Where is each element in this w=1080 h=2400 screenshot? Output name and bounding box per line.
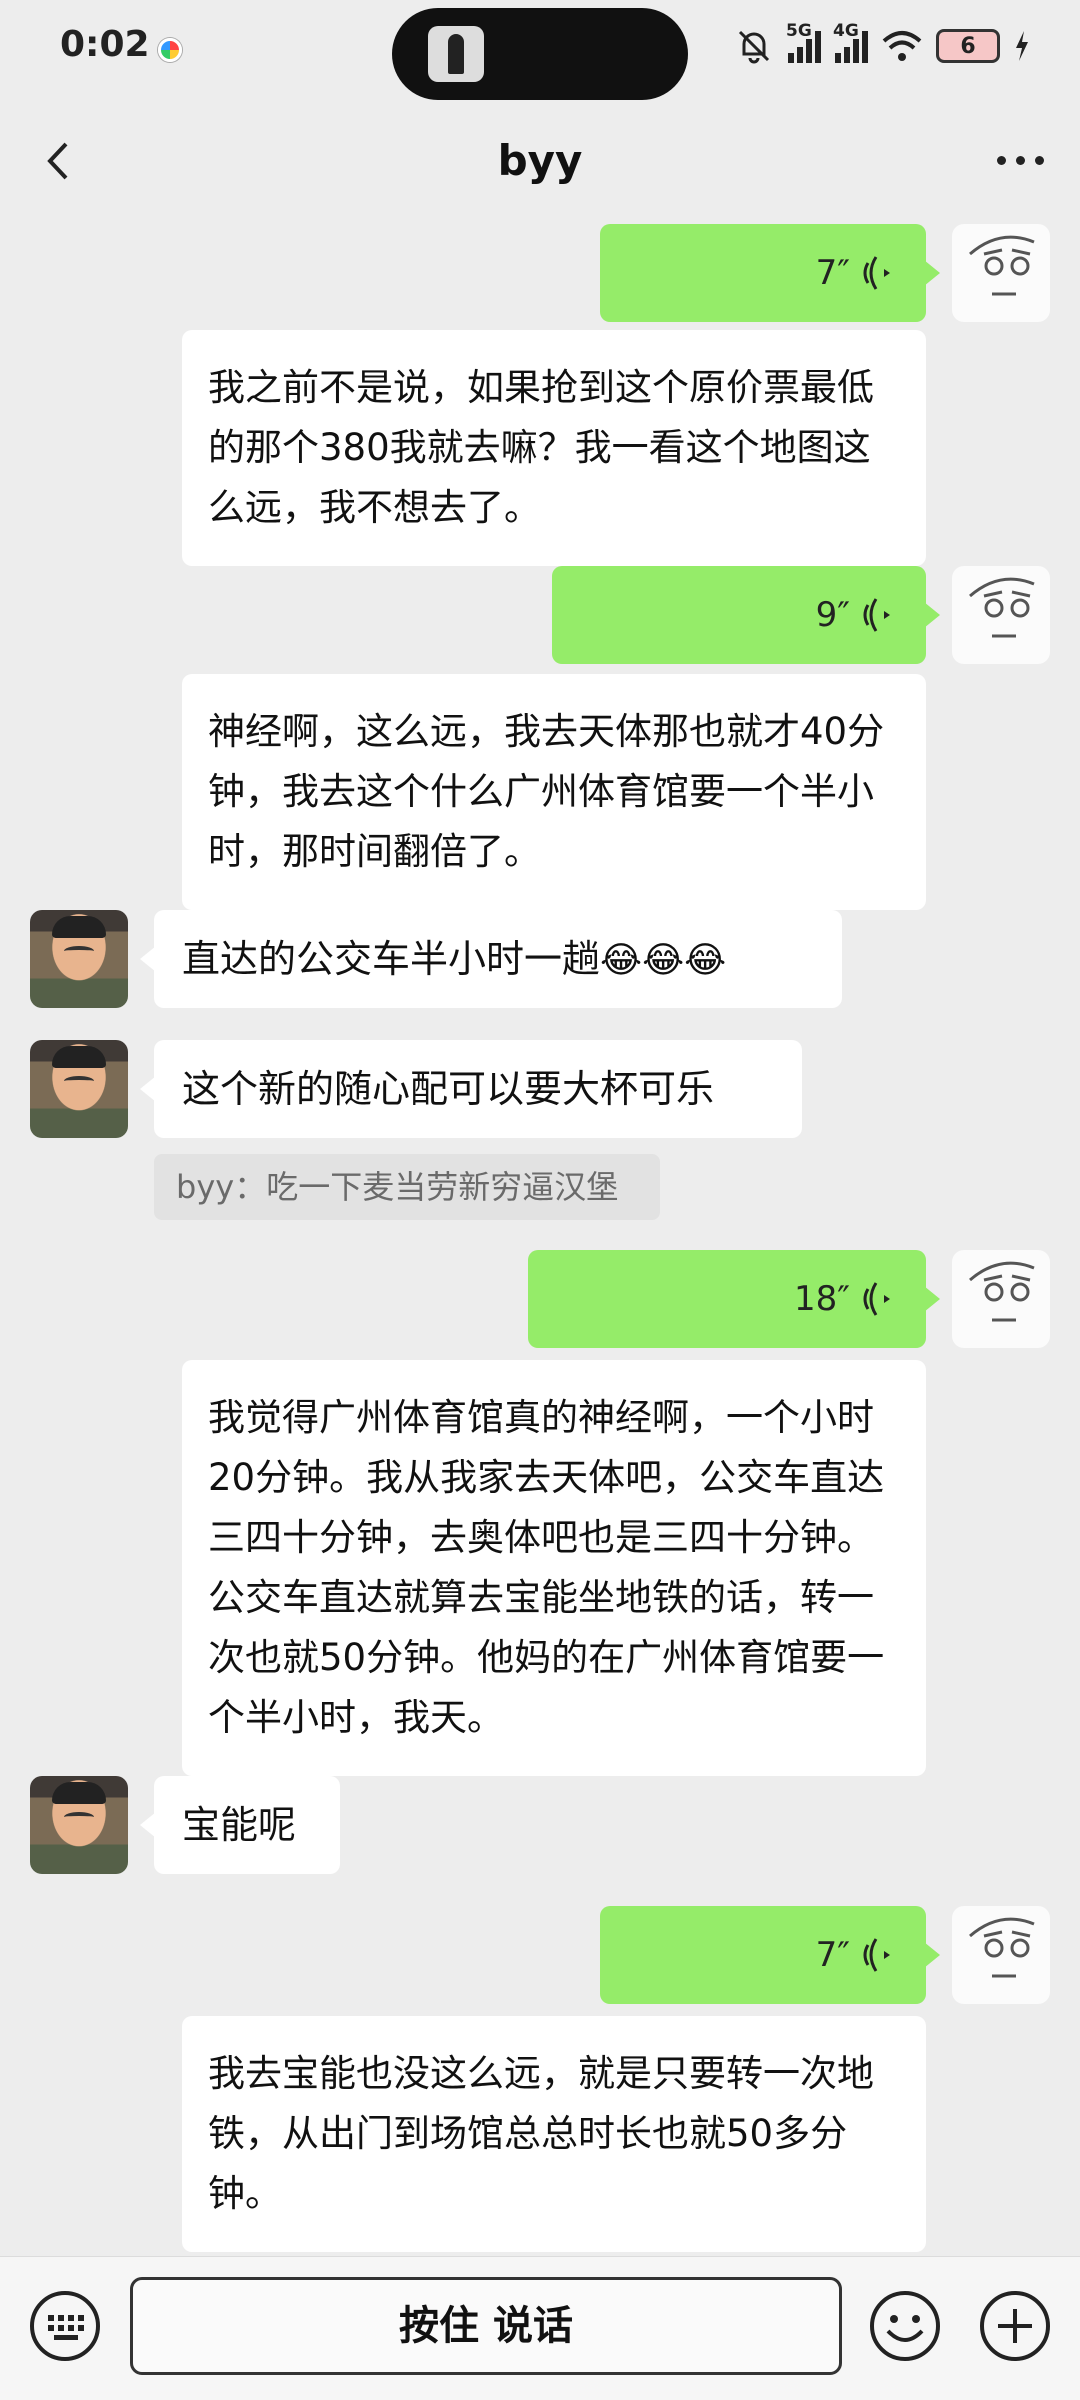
voice-duration: 9″ (815, 595, 850, 635)
input-bar: 按住 说话 (0, 2256, 1080, 2400)
keyboard-icon[interactable] (28, 2289, 102, 2363)
voice-wave-icon (863, 598, 890, 632)
my-avatar[interactable] (952, 224, 1050, 322)
voice-duration: 18″ (794, 1279, 850, 1319)
contact-avatar[interactable] (30, 910, 128, 1008)
signal-4g-icon: 4G (833, 21, 868, 63)
voice-wave-icon (863, 1938, 890, 1972)
voice-message[interactable]: 7″ (600, 1906, 940, 2004)
plus-icon[interactable] (978, 2289, 1052, 2363)
voice-transcript: 我觉得广州体育馆真的神经啊，一个小时20分钟。我从我家去天体吧，公交车直达三四十… (182, 1360, 926, 1776)
hold-to-talk-button[interactable]: 按住 说话 (130, 2277, 842, 2375)
message-text: 直达的公交车半小时一趟 (182, 937, 601, 981)
battery-icon: 6 (936, 29, 1000, 63)
voice-message[interactable]: 7″ (600, 224, 940, 322)
voice-transcript: 我去宝能也没这么远，就是只要转一次地铁，从出门到场馆总总时长也就50多分钟。 (182, 2016, 926, 2252)
charging-icon (1016, 31, 1028, 61)
status-bar: 0:02 5G 4G 6 (0, 0, 1080, 100)
my-avatar[interactable] (952, 1250, 1050, 1348)
voice-message[interactable]: 9″ (552, 566, 940, 664)
chat-title: byy (497, 136, 583, 185)
voice-wave-icon (863, 1282, 890, 1316)
text-message[interactable]: 宝能呢 (140, 1776, 340, 1874)
text-message[interactable]: 直达的公交车半小时一趟😂😂😂 (140, 910, 842, 1008)
contact-avatar[interactable] (30, 1040, 128, 1138)
quoted-message[interactable]: byy：吃一下麦当劳新穷逼汉堡 (154, 1154, 660, 1220)
voice-transcript: 神经啊，这么远，我去天体那也就才40分钟，我去这个什么广州体育馆要一个半小时，那… (182, 674, 926, 910)
voice-wave-icon (863, 256, 890, 290)
chat-header: byy (0, 100, 1080, 224)
wifi-icon (882, 31, 922, 61)
emoji-icon[interactable] (868, 2289, 942, 2363)
status-time: 0:02 (60, 24, 150, 65)
dynamic-island[interactable] (392, 8, 688, 100)
my-avatar[interactable] (952, 1906, 1050, 2004)
laughing-emoji: 😂😂😂 (600, 940, 727, 981)
message-text: 宝能呢 (182, 1803, 297, 1847)
more-options-icon[interactable] (990, 140, 1050, 180)
contact-avatar[interactable] (30, 1776, 128, 1874)
signal-5g-icon: 5G (786, 21, 821, 63)
app-notification-icon (158, 38, 182, 62)
voice-duration: 7″ (815, 1935, 850, 1975)
message-text: 这个新的随心配可以要大杯可乐 (182, 1067, 715, 1111)
my-avatar[interactable] (952, 566, 1050, 664)
status-icons: 5G 4G 6 (734, 21, 1030, 66)
mute-bell-icon (738, 30, 770, 64)
media-thumbnail (428, 26, 484, 82)
voice-transcript: 我之前不是说，如果抢到这个原价票最低的那个380我就去嘛？我一看这个地图这么远，… (182, 330, 926, 566)
voice-message[interactable]: 18″ (528, 1250, 940, 1348)
text-message[interactable]: 这个新的随心配可以要大杯可乐 (140, 1040, 802, 1138)
voice-duration: 7″ (815, 253, 850, 293)
